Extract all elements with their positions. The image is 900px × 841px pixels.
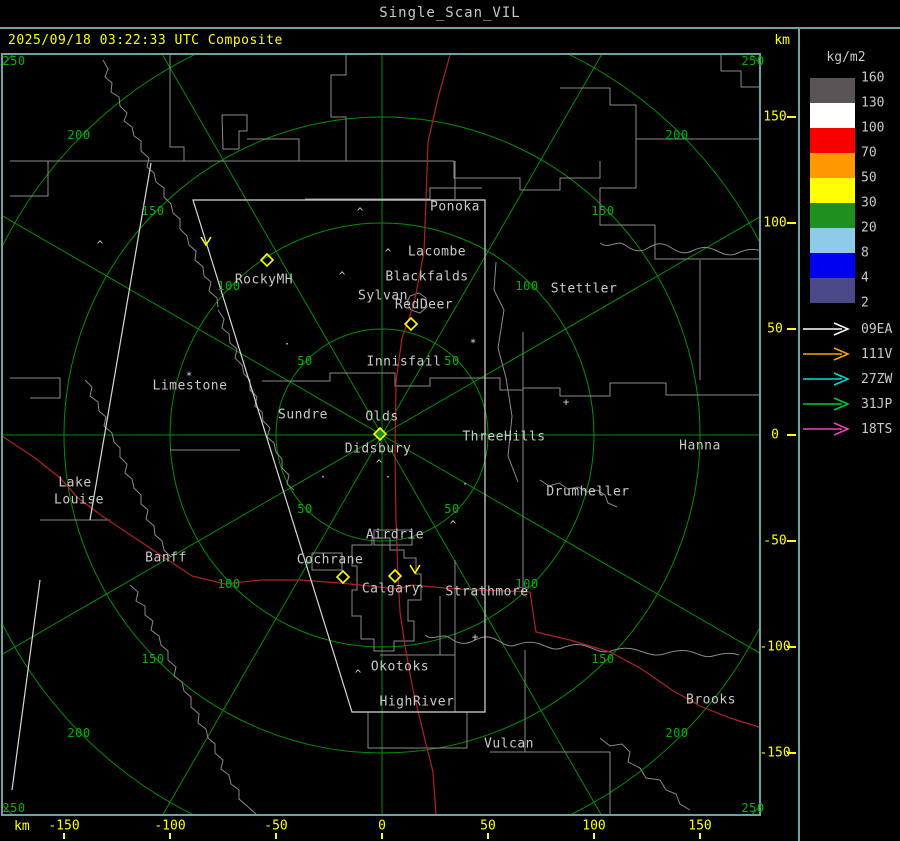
map-canvas[interactable] xyxy=(2,54,760,815)
legend-unit-label: kg/m2 xyxy=(826,50,866,65)
radar-app-window: Single_Scan_VIL 2025/09/18 03:22:33 UTC … xyxy=(0,0,900,841)
